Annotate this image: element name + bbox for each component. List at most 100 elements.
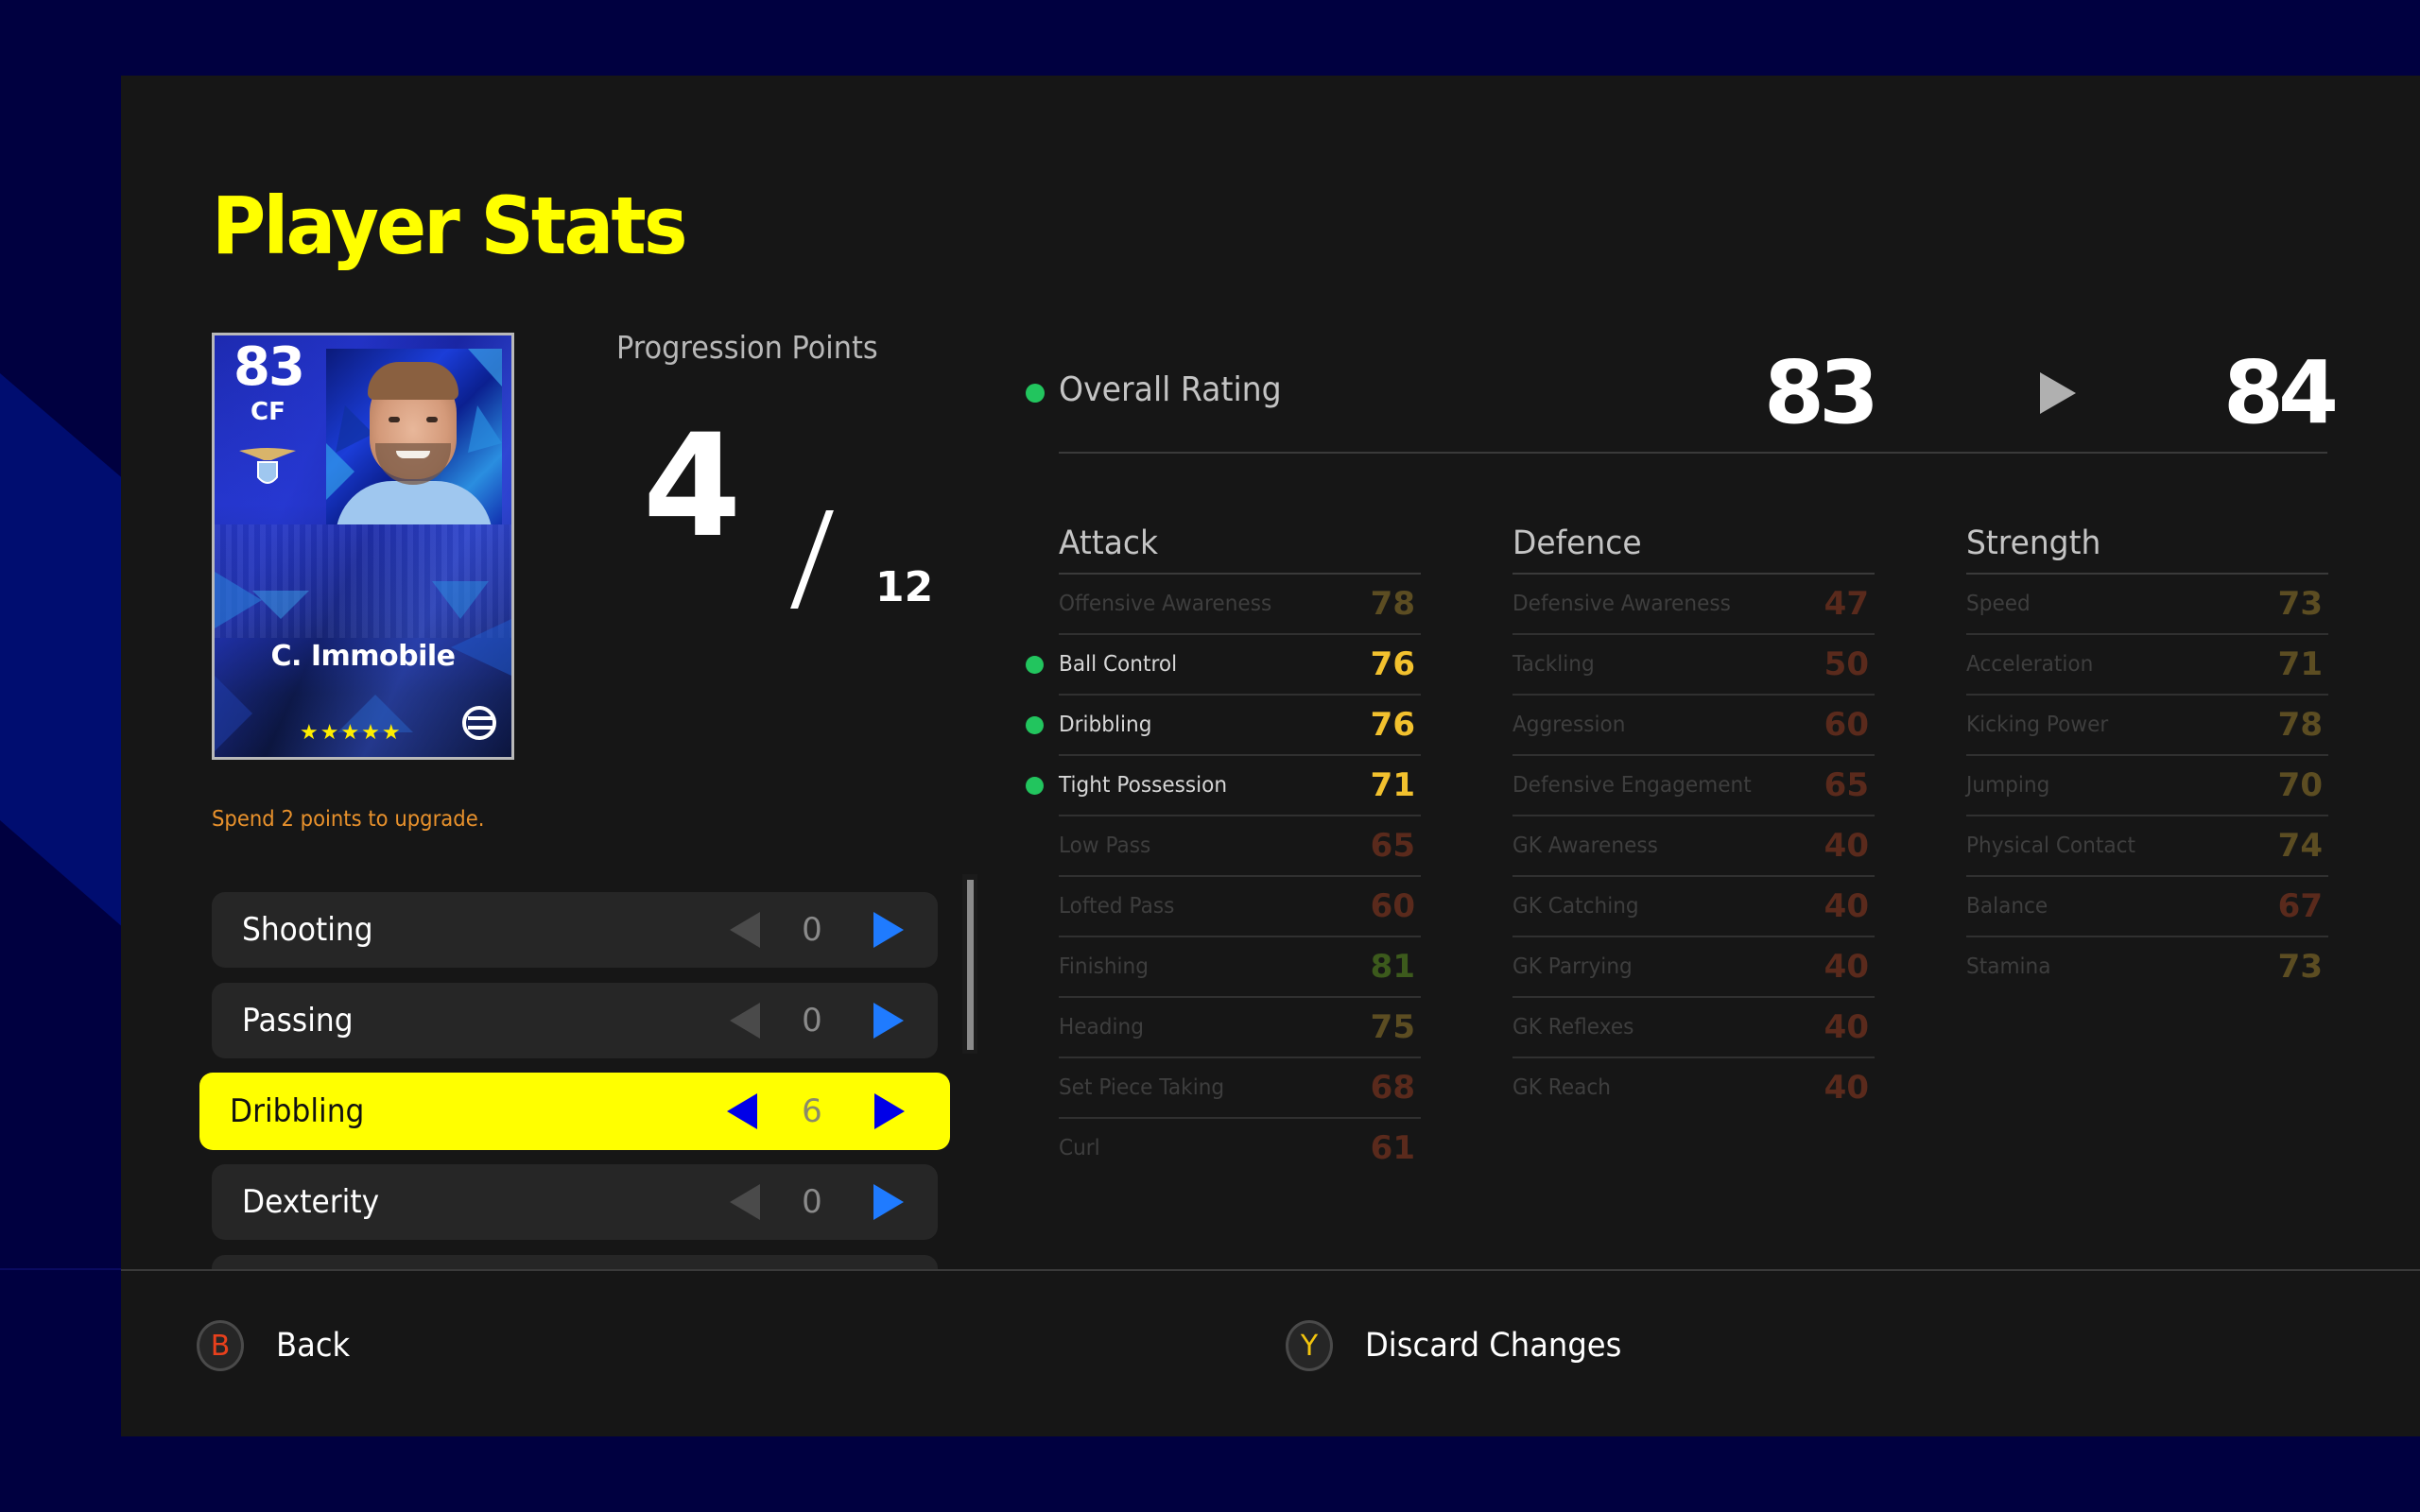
stat-row: Ball Control 76 [1026,635,1421,696]
stat-name: Stamina [1966,954,2051,979]
stat-value: 40 [1824,948,1869,986]
stat-row: Curl 61 [1059,1119,1421,1177]
stat-row: Offensive Awareness 78 [1059,575,1421,635]
progression-points-max: 12 [875,563,934,611]
stat-value: 65 [1824,766,1869,804]
stat-value: 60 [1824,706,1869,744]
background-decoration [0,373,132,936]
skill-row-dribbling[interactable]: Dribbling 6 [199,1073,950,1150]
stat-value: 67 [2277,887,2323,925]
skill-row-passing[interactable]: Passing 0 [212,983,938,1058]
decrement-arrow-icon[interactable] [730,912,760,948]
skill-points: 0 [802,1002,822,1040]
stat-name: Acceleration [1966,652,2094,677]
discard-changes-button[interactable]: Y Discard Changes [1286,1320,1644,1371]
column-title: Defence [1512,524,1642,562]
y-button-icon: Y [1286,1320,1333,1371]
photo-smile [396,451,430,458]
stat-value: 40 [1824,827,1869,865]
stat-name: Heading [1059,1015,1144,1040]
stat-value: 40 [1824,1069,1869,1107]
stat-value: 73 [2277,585,2323,623]
decrement-arrow-icon[interactable] [730,1184,760,1220]
back-button[interactable]: B Back [197,1320,356,1371]
stat-name: Tackling [1512,652,1595,677]
overall-rating-new: 84 [2223,342,2339,443]
stat-value: 50 [1824,645,1869,683]
background-stripe [0,1268,121,1270]
stat-value: 78 [2277,706,2323,744]
skill-label: Dribbling [230,1092,365,1130]
page-title: Player Stats [212,180,687,272]
skill-row-shooting[interactable]: Shooting 0 [212,892,938,968]
stat-name: Low Pass [1059,833,1151,858]
card-player-name: C. Immobile [270,640,456,673]
stat-value: 75 [1370,1008,1415,1046]
stat-name: Tight Possession [1059,773,1228,798]
stat-value: 76 [1370,645,1415,683]
stat-row: GK Catching 40 [1512,877,1875,937]
card-rating: 83 [233,336,305,398]
discard-changes-label: Discard Changes [1365,1327,1622,1365]
card-stars: ★★★★★ [300,721,403,745]
stat-name: Dribbling [1059,713,1152,737]
decrement-arrow-icon[interactable] [727,1093,757,1129]
b-button-icon: B [197,1320,244,1371]
decrement-arrow-icon[interactable] [730,1003,760,1039]
overall-rating-label: Overall Rating [1059,370,1282,409]
stat-name: GK Catching [1512,894,1639,919]
stat-row: GK Reflexes 40 [1512,998,1875,1058]
stat-value: 47 [1824,585,1869,623]
stat-row: Low Pass 65 [1059,816,1421,877]
skill-points: 6 [802,1092,822,1130]
increment-arrow-icon[interactable] [873,912,904,948]
stat-value: 71 [1370,766,1415,804]
stat-value: 81 [1370,948,1415,986]
increment-arrow-icon[interactable] [873,1003,904,1039]
stat-name: Defensive Awareness [1512,592,1731,616]
stat-value: 40 [1824,887,1869,925]
increment-arrow-icon[interactable] [874,1093,905,1129]
stat-name: GK Awareness [1512,833,1658,858]
overall-rating-current: 83 [1764,342,1879,443]
b-key-glyph: B [210,1329,231,1363]
stat-row: Tackling 50 [1512,635,1875,696]
skill-points: 0 [802,911,822,949]
stat-row: Aggression 60 [1512,696,1875,756]
photo-eye [426,417,438,422]
scrollbar-thumb[interactable] [967,880,974,1050]
stat-row: Tight Possession 71 [1026,756,1421,816]
active-dot-icon [1026,384,1045,403]
stat-row: Kicking Power 78 [1966,696,2328,756]
column-title: Attack [1059,524,1159,562]
skill-row-partial[interactable] [212,1255,938,1269]
stat-name: Speed [1966,592,2031,616]
skill-label: Shooting [242,911,373,949]
upgrade-hint: Spend 2 points to upgrade. [212,807,485,832]
stat-name: Lofted Pass [1059,894,1175,919]
stat-name: GK Reach [1512,1075,1612,1100]
skill-row-dexterity[interactable]: Dexterity 0 [212,1164,938,1240]
player-card[interactable]: 83 CF C. Immobile ★★★★★ [212,333,514,760]
stat-row: Stamina 73 [1966,937,2328,996]
skill-label: Dexterity [242,1183,380,1221]
stats-column-defence: Defence Defensive Awareness 47 Tackling 50 A… [1512,522,1875,1117]
card-position: CF [251,398,285,426]
stat-value: 61 [1370,1129,1415,1167]
active-dot-icon [1026,716,1044,734]
stat-row: GK Awareness 40 [1512,816,1875,877]
stat-row: Balance 67 [1966,877,2328,937]
stat-name: Jumping [1966,773,2050,798]
active-dot-icon [1026,777,1044,795]
photo-hair [368,362,458,400]
skill-label: Passing [242,1002,354,1040]
stat-value: 60 [1370,887,1415,925]
photo-eye [389,417,400,422]
stat-value: 78 [1370,585,1415,623]
stats-column-strength: Strength Speed 73 Acceleration 71 Kicking Po… [1966,522,2328,996]
increment-arrow-icon[interactable] [873,1184,904,1220]
stat-row: Dribbling 76 [1026,696,1421,756]
arrow-right-icon [2040,372,2076,414]
column-title: Strength [1966,524,2101,562]
progression-points-current: 4 [643,404,742,569]
